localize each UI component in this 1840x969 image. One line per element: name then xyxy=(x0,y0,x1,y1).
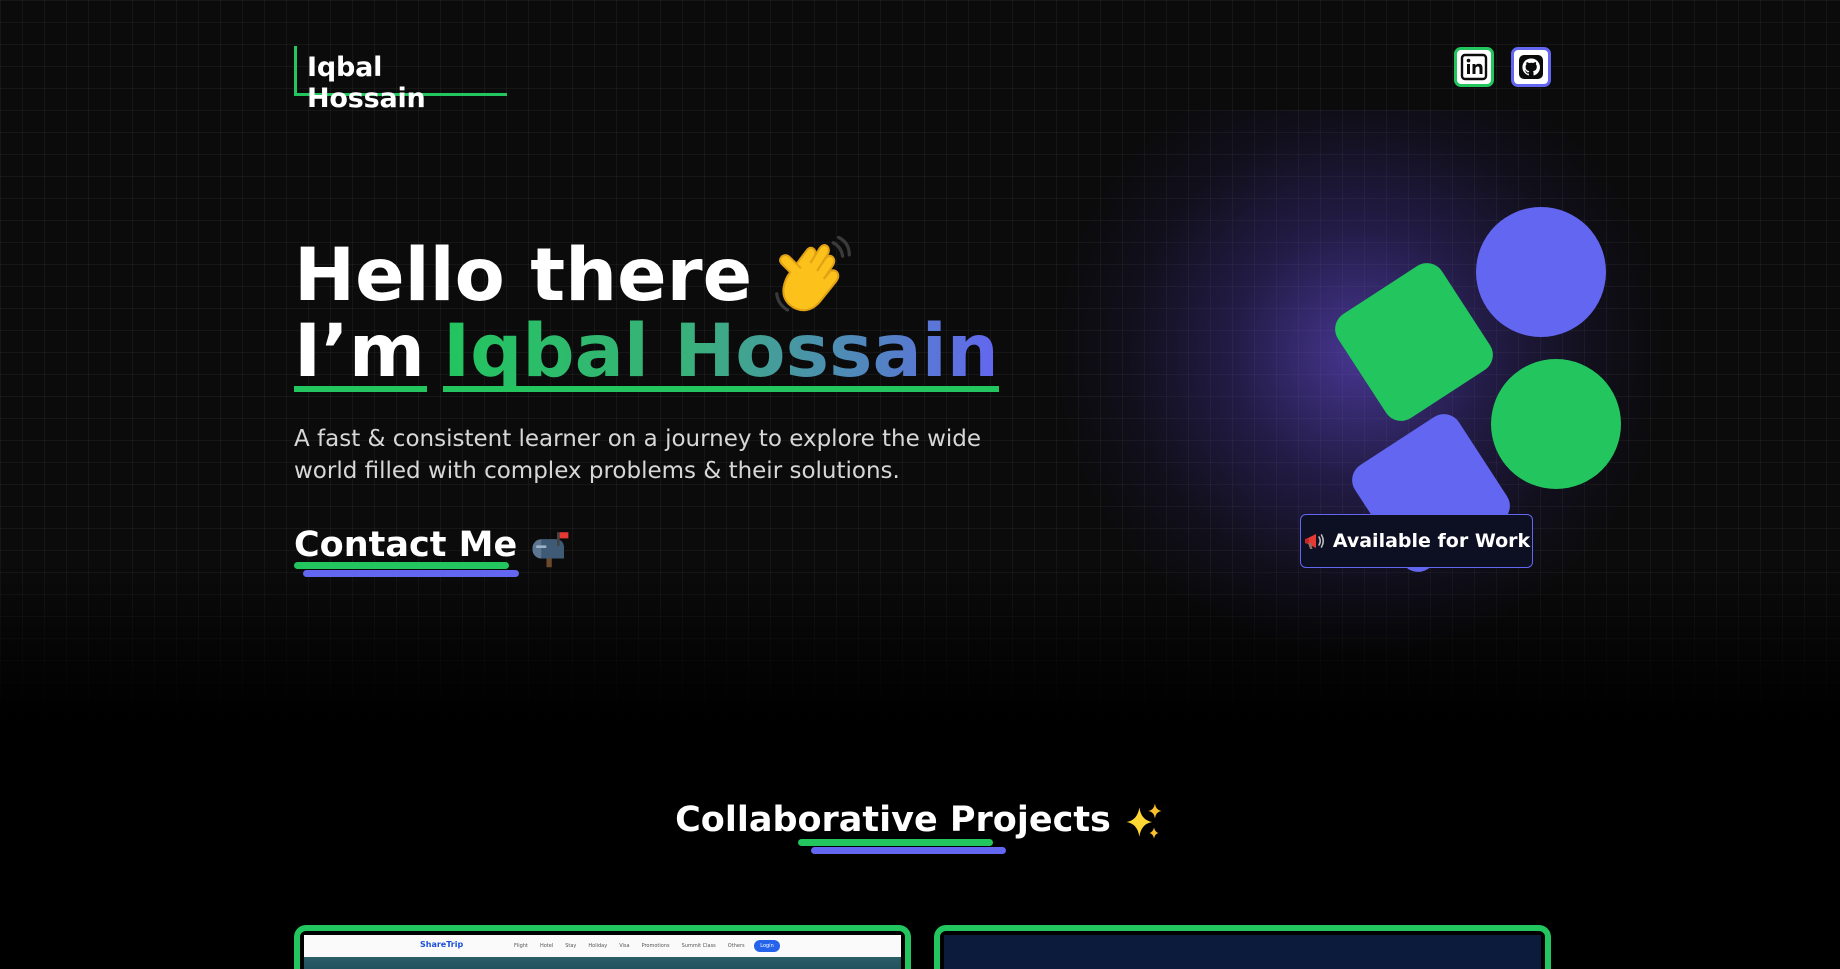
social-links xyxy=(1454,47,1551,87)
preview-login-button: Login xyxy=(754,940,780,952)
linkedin-icon xyxy=(1460,53,1488,81)
hero-name: Iqbal Hossain xyxy=(442,309,999,394)
github-icon xyxy=(1517,53,1545,81)
hero-greeting: Hello there xyxy=(294,236,852,318)
preview-nav-link: Promotions xyxy=(641,943,670,949)
contact-label: Contact Me xyxy=(294,525,520,577)
preview-nav-link: Others xyxy=(727,943,745,949)
hero-name-line: I’m Iqbal Hossain xyxy=(294,312,999,392)
site-logo[interactable]: Iqbal Hossain xyxy=(294,46,507,114)
hero-tagline: A fast & consistent learner on a journey… xyxy=(294,426,982,484)
project-screenshot xyxy=(944,935,1541,969)
project-card[interactable]: ShareTrip Flight Hotel Stay Holiday Visa… xyxy=(294,925,911,969)
project-screenshot: ShareTrip Flight Hotel Stay Holiday Visa… xyxy=(304,935,901,969)
waving-hand-icon xyxy=(766,235,852,318)
green-square-shape xyxy=(1328,256,1500,428)
logo-text: Iqbal Hossain xyxy=(307,52,426,114)
project-card[interactable] xyxy=(934,925,1551,969)
preview-nav-link: Flight xyxy=(514,943,528,949)
projects-title: Collaborative Projects xyxy=(675,800,1111,854)
preview-nav-link: Visa xyxy=(619,943,630,949)
preview-logo: ShareTrip xyxy=(420,940,464,949)
preview-nav-link: Summit Class xyxy=(681,943,716,949)
im-prefix: I’m xyxy=(294,309,427,394)
status-text: Available for Work xyxy=(1332,530,1531,552)
preview-navbar: ShareTrip Flight Hotel Stay Holiday Visa… xyxy=(304,935,901,957)
linkedin-link[interactable] xyxy=(1454,47,1494,87)
preview-nav-link: Hotel xyxy=(539,943,554,949)
status-badge[interactable]: Available for Work xyxy=(1300,514,1533,568)
contact-me-link[interactable]: Contact Me xyxy=(294,525,571,585)
mailbox-icon xyxy=(529,525,571,569)
preview-nav-link: Stay xyxy=(565,943,577,949)
green-circle-shape xyxy=(1491,359,1621,489)
github-link[interactable] xyxy=(1511,47,1551,87)
sparkles-icon xyxy=(1121,800,1165,844)
greeting-text: Hello there xyxy=(294,233,753,318)
portfolio-page: Iqbal Hossain Hello there I’m Iqbal Hoss… xyxy=(0,0,1840,969)
purple-circle-shape xyxy=(1476,207,1606,337)
megaphone-icon xyxy=(1303,529,1327,553)
preview-nav-links: Flight Hotel Stay Holiday Visa Promotion… xyxy=(514,943,745,949)
projects-heading: Collaborative Projects xyxy=(0,800,1840,854)
preview-nav-link: Holiday xyxy=(588,943,608,949)
